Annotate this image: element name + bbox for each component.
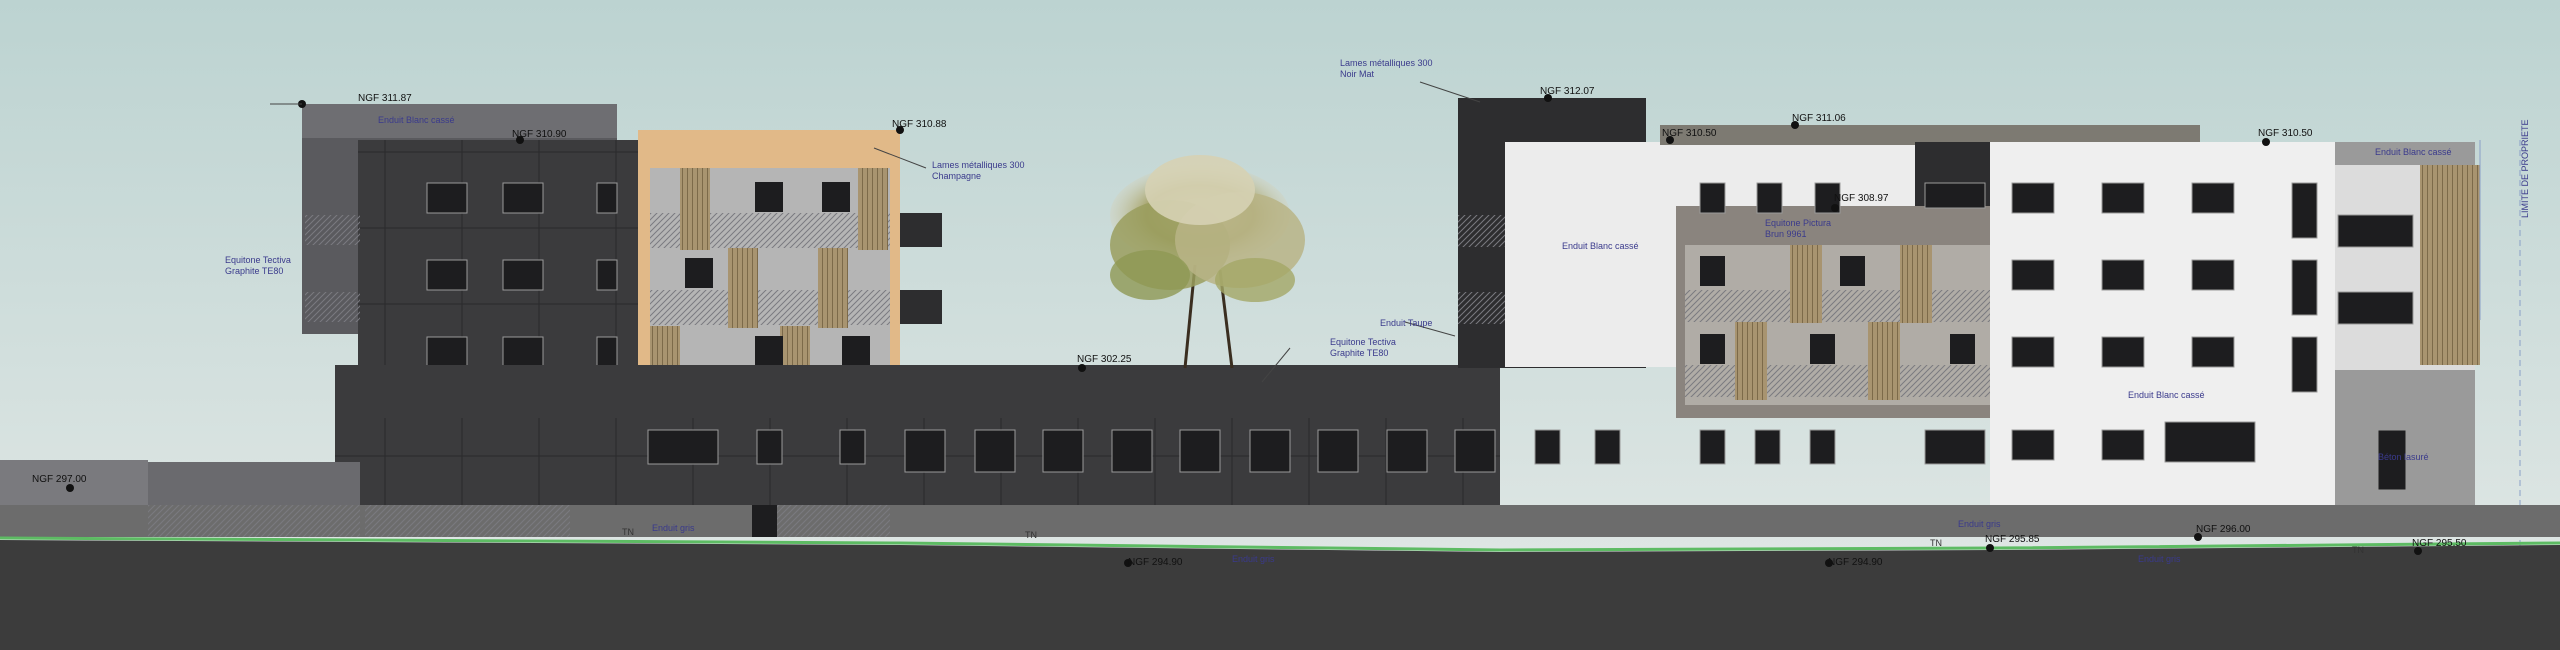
- tower-balcony-2: [1458, 292, 1508, 324]
- level-label-5: NGF 310.50: [1662, 128, 1717, 139]
- wood-balcony-r2: [900, 290, 942, 324]
- material-label-1: Enduit Blanc cassé: [378, 115, 455, 125]
- material-label-11: Béton lasuré: [2378, 452, 2429, 462]
- material-label-2a: Lames métalliques 300: [932, 160, 1025, 170]
- tn-label-1: TN: [622, 527, 634, 537]
- material-label-6b: Brun 9961: [1765, 229, 1807, 239]
- level-label-11: NGF 294.90: [1128, 557, 1183, 568]
- wood-balcony-r1: [900, 213, 942, 247]
- tn-label-4: TN: [2352, 545, 2364, 555]
- material-label-3a: Equitone Tectiva: [225, 255, 291, 265]
- left-balcony-1: [305, 215, 360, 245]
- elevation-drawing: NGF 311.87 NGF 310.90 NGF 310.88 NGF 312…: [0, 0, 2560, 650]
- level-label-3: NGF 310.88: [892, 119, 947, 130]
- material-label-7: Enduit Taupe: [1380, 318, 1432, 328]
- tn-label-2: TN: [1025, 530, 1037, 540]
- material-label-13: Enduit gris: [1232, 554, 1275, 564]
- material-label-9: Enduit Blanc cassé: [2128, 390, 2205, 400]
- material-label-15: Enduit gris: [2138, 554, 2181, 564]
- material-label-10: Enduit Blanc cassé: [2375, 147, 2452, 157]
- level-label-2: NGF 310.90: [512, 129, 567, 140]
- material-label-3b: Graphite TE80: [225, 266, 283, 276]
- material-label-6a: Equitone Pictura: [1765, 218, 1831, 228]
- material-label-12: Enduit gris: [652, 523, 695, 533]
- level-label-1: NGF 311.87: [358, 93, 412, 104]
- level-label-10: NGF 297.00: [32, 474, 87, 485]
- left-roof-band: [302, 104, 617, 138]
- material-label-8a: Equitone Tectiva: [1330, 337, 1396, 347]
- level-label-6: NGF 311.06: [1792, 113, 1846, 124]
- level-label-4: NGF 312.07: [1540, 86, 1595, 97]
- material-label-4a: Lames métalliques 300: [1340, 58, 1433, 68]
- left-balcony-2: [305, 292, 360, 322]
- base-wall-panels: [148, 505, 890, 537]
- material-label-5: Enduit Blanc cassé: [1562, 241, 1639, 251]
- architectural-elevation: NGF 311.87 NGF 310.90 NGF 310.88 NGF 312…: [0, 0, 2560, 650]
- level-label-14: NGF 296.00: [2196, 524, 2251, 535]
- level-label-8: NGF 308.97: [1834, 193, 1889, 204]
- right-slat-column: [2420, 165, 2480, 365]
- level-label-12: NGF 294.90: [1828, 557, 1883, 568]
- level-label-7: NGF 310.50: [2258, 128, 2313, 139]
- material-label-2b: Champagne: [932, 171, 981, 181]
- property-limit-label: LIMITE DE PROPRIETE: [2520, 119, 2530, 218]
- left-low-wall: [148, 462, 360, 505]
- level-label-15: NGF 295.50: [2412, 538, 2467, 549]
- level-label-9: NGF 302.25: [1077, 354, 1132, 365]
- material-label-8b: Graphite TE80: [1330, 348, 1388, 358]
- tn-label-3: TN: [1930, 538, 1942, 548]
- level-label-13: NGF 295.85: [1985, 534, 2040, 545]
- tower-balcony-1: [1458, 215, 1508, 247]
- material-label-4b: Noir Mat: [1340, 69, 1375, 79]
- material-label-14: Enduit gris: [1958, 519, 2001, 529]
